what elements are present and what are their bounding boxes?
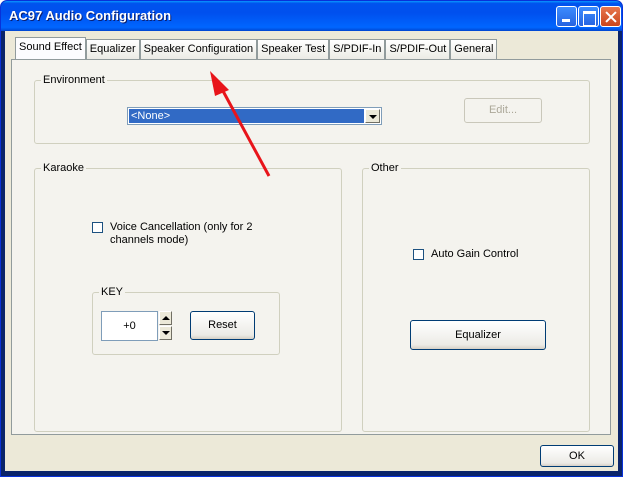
annotation-arrow-head xyxy=(210,71,229,96)
tab-sound-effect[interactable]: Sound Effect xyxy=(15,37,86,59)
annotation-arrow xyxy=(210,71,271,177)
dialog-window: AC97 Audio Configuration Sound Effect Eq… xyxy=(0,0,623,477)
annotation-arrow-line xyxy=(221,90,271,177)
